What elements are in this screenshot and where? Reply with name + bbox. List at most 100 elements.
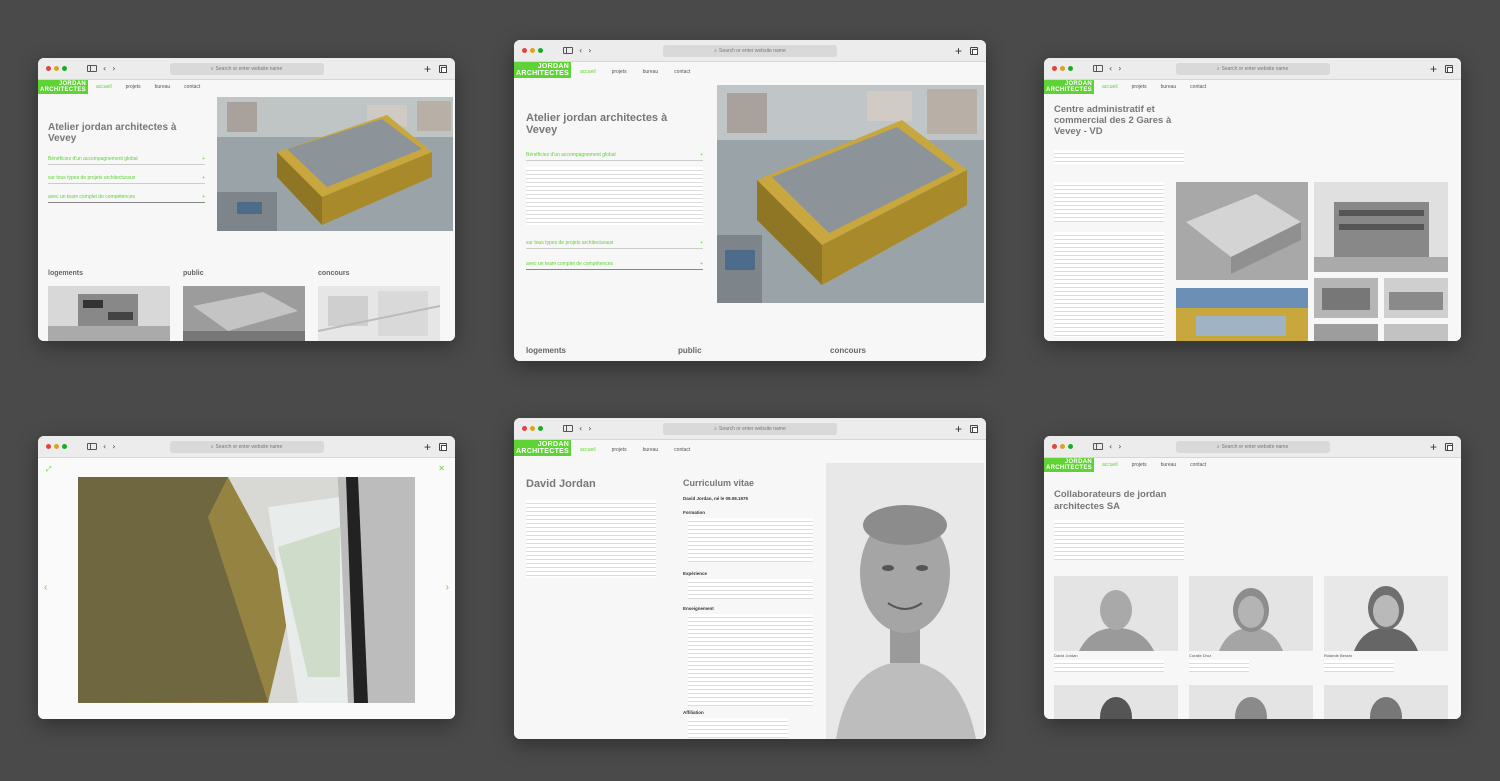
category-logements[interactable]: logements [48,270,83,277]
new-tab-icon[interactable]: + [424,63,431,75]
nav-projets[interactable]: projets [1132,462,1147,468]
category-public[interactable]: public [183,270,204,277]
sidebar-icon[interactable] [87,443,97,450]
tabs-overview-icon[interactable] [1445,442,1453,451]
accordion-item[interactable]: Bénéficiez d'un accompagnement global [48,156,205,165]
new-tab-icon[interactable]: + [1430,441,1437,453]
forward-icon[interactable]: › [1118,442,1121,451]
team-member-name: Coralie Droz [1189,653,1212,658]
nav-contact[interactable]: contact [674,447,690,453]
address-bar[interactable]: ⌕ Search or enter website name [169,62,324,75]
new-tab-icon[interactable]: + [955,45,962,57]
nav-accueil[interactable]: accueil [1102,84,1118,90]
sidebar-icon[interactable] [563,425,573,432]
nav-accueil[interactable]: accueil [1102,462,1118,468]
forward-icon[interactable]: › [112,442,115,451]
nav-accueil[interactable]: accueil [580,69,596,75]
back-icon[interactable]: ‹ [1109,64,1112,73]
back-icon[interactable]: ‹ [1109,442,1112,451]
window-controls[interactable] [46,66,67,71]
sidebar-icon[interactable] [563,47,573,54]
category-image-logements [48,286,170,341]
gallery-photo-3 [1176,288,1308,341]
category-logements[interactable]: logements [526,346,566,355]
tabs-overview-icon[interactable] [439,442,447,451]
nav-contact[interactable]: contact [184,84,200,90]
fullscreen-icon[interactable]: ⤢ [46,466,52,474]
accordion-item[interactable]: sur tous types de projets architecturaux [526,240,703,249]
nav-projets[interactable]: projets [612,447,627,453]
accordion-item[interactable]: sur tous types de projets architecturaux [48,175,205,184]
category-concours[interactable]: concours [318,270,350,277]
site-logo[interactable]: JORDAN ARCHITECTES [38,80,88,94]
search-icon: ⌕ [714,425,718,432]
back-icon[interactable]: ‹ [579,424,582,433]
next-arrow-icon[interactable]: › [446,582,449,593]
project-description [1054,232,1164,337]
nav-bureau[interactable]: bureau [1161,84,1177,90]
browser-window-lightbox: ‹ › ⌕ Search or enter website name + ⤢ ✕ … [38,436,455,719]
back-icon[interactable]: ‹ [103,442,106,451]
prev-arrow-icon[interactable]: ‹ [44,582,47,593]
tabs-overview-icon[interactable] [970,424,978,433]
nav-projets[interactable]: projets [1132,84,1147,90]
nav-contact[interactable]: contact [1190,84,1206,90]
window-controls[interactable] [522,48,543,53]
nav-contact[interactable]: contact [1190,462,1206,468]
tabs-overview-icon[interactable] [970,46,978,55]
tabs-overview-icon[interactable] [1445,64,1453,73]
nav-projets[interactable]: projets [612,69,627,75]
forward-icon[interactable]: › [588,424,591,433]
accordion-item[interactable]: avec un team complet de compétences [526,261,703,270]
main-nav: accueil projets bureau contact [1102,84,1206,90]
close-icon[interactable]: ✕ [438,464,445,473]
cv-teaching-list [688,614,813,706]
nav-bureau[interactable]: bureau [155,84,171,90]
address-bar[interactable]: ⌕ Search or enter website name [663,422,837,435]
main-nav: accueil projets bureau contact [580,447,690,453]
window-controls[interactable] [46,444,67,449]
window-controls[interactable] [1052,66,1073,71]
nav-projets[interactable]: projets [126,84,141,90]
address-bar[interactable]: ⌕ Search or enter website name [169,440,324,453]
nav-accueil[interactable]: accueil [96,84,112,90]
nav-contact[interactable]: contact [674,69,690,75]
sidebar-icon[interactable] [1093,65,1103,72]
tabs-overview-icon[interactable] [439,64,447,73]
address-bar[interactable]: ⌕ Search or enter website name [1175,440,1330,453]
browser-toolbar: ‹ › ⌕ Search or enter website name + [38,58,455,80]
nav-accueil[interactable]: accueil [580,447,596,453]
forward-icon[interactable]: › [1118,64,1121,73]
nav-bureau[interactable]: bureau [643,69,659,75]
back-icon[interactable]: ‹ [579,46,582,55]
window-controls[interactable] [1052,444,1073,449]
cv-section-enseignement: Enseignement [683,606,714,611]
accordion-item-open[interactable]: Bénéficiez d'un accompagnement global [526,152,703,161]
new-tab-icon[interactable]: + [955,423,962,435]
new-tab-icon[interactable]: + [424,441,431,453]
accordion-item[interactable]: avec un team complet de compétences [48,194,205,203]
project-title: Centre administratif et commercial des 2… [1054,104,1172,137]
category-concours[interactable]: concours [830,346,866,355]
sidebar-icon[interactable] [1093,443,1103,450]
forward-icon[interactable]: › [588,46,591,55]
forward-icon[interactable]: › [112,64,115,73]
nav-bureau[interactable]: bureau [643,447,659,453]
category-public[interactable]: public [678,346,702,355]
page-title: Atelier jordan architectes à Vevey [526,112,668,136]
team-photo-1 [1054,576,1178,651]
lightbox: ⤢ ✕ ‹ › [38,458,455,719]
site-logo[interactable]: JORDAN ARCHITECTES [514,62,572,78]
new-tab-icon[interactable]: + [1430,63,1437,75]
page-content: JORDAN ARCHITECTES accueil projets bureau… [514,62,986,361]
site-logo[interactable]: JORDAN ARCHITECTES [1044,458,1094,472]
lightbox-photo [78,477,415,703]
site-logo[interactable]: JORDAN ARCHITECTES [514,440,572,456]
sidebar-icon[interactable] [87,65,97,72]
address-bar[interactable]: ⌕ Search or enter website name [663,44,837,57]
address-bar[interactable]: ⌕ Search or enter website name [1175,62,1330,75]
window-controls[interactable] [522,426,543,431]
back-icon[interactable]: ‹ [103,64,106,73]
site-logo[interactable]: JORDAN ARCHITECTES [1044,80,1094,94]
nav-bureau[interactable]: bureau [1161,462,1177,468]
